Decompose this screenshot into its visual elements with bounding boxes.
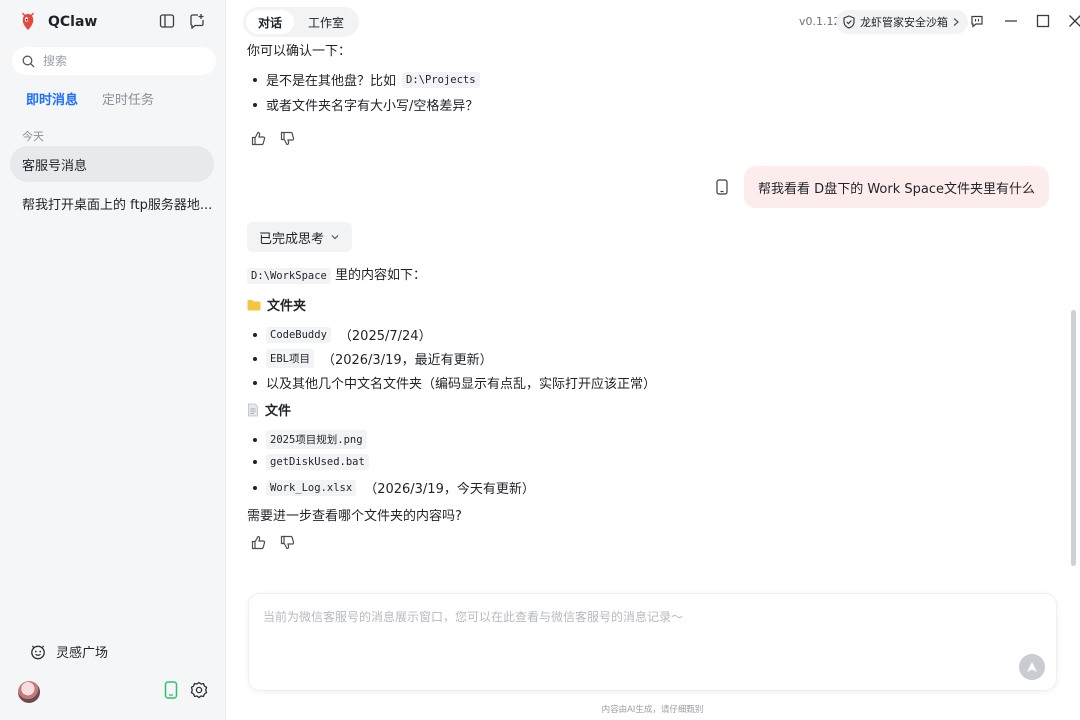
security-sandbox-button[interactable]: 龙虾管家安全沙箱 — [836, 10, 968, 34]
send-button[interactable] — [1019, 654, 1045, 680]
smile-icon — [31, 644, 45, 659]
user-message-bubble: 帮我看看 D盘下的 Work Space文件夹里有什么 — [744, 166, 1049, 208]
sidebar: QClaw 即时消息 定时任务 今天 客服号消息 帮我打开桌面上的 ftp服务器… — [0, 0, 226, 720]
thumbs-down-icon[interactable] — [280, 131, 295, 146]
assistant-followup: 需要进一步查看哪个文件夹的内容吗? — [247, 509, 462, 524]
inline-code: 2025项目规划.png — [266, 430, 367, 449]
list-item: CodeBuddy （2025/7/24） — [253, 325, 432, 344]
list-item-text: 是不是在其他盘？比如 — [266, 74, 397, 89]
feedback-row — [251, 535, 295, 550]
app-name: QClaw — [48, 14, 98, 30]
list-item-note: （2026/3/19，今天有更新） — [364, 482, 535, 497]
send-arrow-icon — [1027, 662, 1037, 672]
shield-icon — [843, 15, 855, 29]
sidebar-tabs: 即时消息 定时任务 — [26, 89, 154, 108]
chevron-down-icon — [331, 235, 339, 240]
answer-path-line: D:\WorkSpace 里的内容如下： — [247, 264, 427, 284]
conversation-item[interactable]: 帮我打开桌面上的 ftp服务器地... — [10, 185, 214, 221]
inline-code: D:\WorkSpace — [247, 268, 331, 284]
thinking-label: 已完成思考 — [259, 231, 325, 247]
answer-path-suffix: 里的内容如下： — [335, 268, 427, 283]
thinking-toggle[interactable]: 已完成思考 — [247, 222, 353, 252]
list-item: 是不是在其他盘？比如 D:\Projects — [253, 70, 480, 89]
inline-code: EBL项目 — [266, 349, 314, 368]
search-box[interactable] — [12, 47, 216, 75]
message-input[interactable] — [263, 608, 1003, 668]
ai-disclaimer: 内容由AI生成，请仔细甄别 — [601, 705, 704, 715]
inspire-label: 灵感广场 — [56, 646, 109, 661]
folders-heading: 文件夹 — [247, 295, 306, 314]
message-composer — [248, 593, 1057, 691]
inline-code: Work_Log.xlsx — [266, 479, 357, 496]
folder-icon — [247, 299, 261, 310]
group-label-today: 今天 — [22, 130, 44, 143]
sidebar-toggle-icon[interactable] — [158, 12, 176, 30]
maximize-icon[interactable] — [1034, 12, 1052, 30]
tab-instant-messages[interactable]: 即时消息 — [26, 89, 78, 108]
avatar[interactable] — [18, 681, 40, 703]
list-item-note: （2025/7/24） — [338, 329, 432, 344]
list-item: getDiskUsed.bat — [253, 454, 369, 470]
list-item: EBL项目 （2026/3/19，最近有更新） — [253, 349, 493, 368]
minimize-icon[interactable] — [1002, 12, 1020, 30]
file-icon — [248, 403, 258, 416]
phone-icon[interactable] — [162, 681, 180, 699]
list-item: 或者文件夹名字有大小写/空格差异？ — [253, 95, 478, 114]
new-chat-icon[interactable] — [188, 12, 206, 30]
feedback-row — [251, 131, 295, 146]
tab-studio[interactable]: 工作室 — [296, 10, 356, 34]
settings-icon[interactable] — [190, 681, 208, 699]
list-item: 2025项目规划.png — [253, 430, 367, 449]
list-item-note: （2026/3/19，最近有更新） — [321, 353, 493, 368]
close-icon[interactable] — [1066, 12, 1080, 30]
tab-scheduled-tasks[interactable]: 定时任务 — [102, 89, 154, 108]
view-tabs: 对话 工作室 — [243, 7, 360, 37]
inline-code: D:\Projects — [402, 71, 480, 88]
thumbs-down-icon[interactable] — [280, 535, 295, 550]
thumbs-up-icon[interactable] — [251, 131, 266, 146]
chevron-right-icon — [953, 18, 959, 26]
version-label: v0.1.12 — [799, 15, 841, 28]
qclaw-logo-icon — [22, 12, 34, 30]
brand: QClaw — [18, 12, 97, 32]
feedback-icon[interactable] — [968, 12, 986, 30]
phone-icon — [716, 179, 728, 195]
search-input[interactable] — [43, 54, 193, 68]
sandbox-label: 龙虾管家安全沙箱 — [860, 16, 948, 29]
chat-scrollbar[interactable] — [1071, 310, 1076, 566]
heading-text: 文件夹 — [267, 299, 307, 314]
thumbs-up-icon[interactable] — [251, 535, 266, 550]
user-message-row: 帮我看看 D盘下的 Work Space文件夹里有什么 — [716, 166, 1049, 208]
conversation-item[interactable]: 客服号消息 — [10, 146, 214, 182]
inspire-square-button[interactable]: 灵感广场 — [30, 642, 108, 661]
files-heading: 文件 — [247, 400, 291, 419]
list-item: 以及其他几个中文名文件夹（编码显示有点乱，实际打开应该正常） — [253, 373, 656, 392]
assistant-intro: 你可以确认一下： — [247, 44, 352, 59]
heading-text: 文件 — [265, 404, 292, 419]
tab-chat[interactable]: 对话 — [246, 10, 295, 34]
inline-code: CodeBuddy — [266, 326, 331, 343]
inline-code: getDiskUsed.bat — [266, 454, 369, 470]
list-item: Work_Log.xlsx （2026/3/19，今天有更新） — [253, 478, 535, 497]
search-icon — [22, 55, 35, 67]
